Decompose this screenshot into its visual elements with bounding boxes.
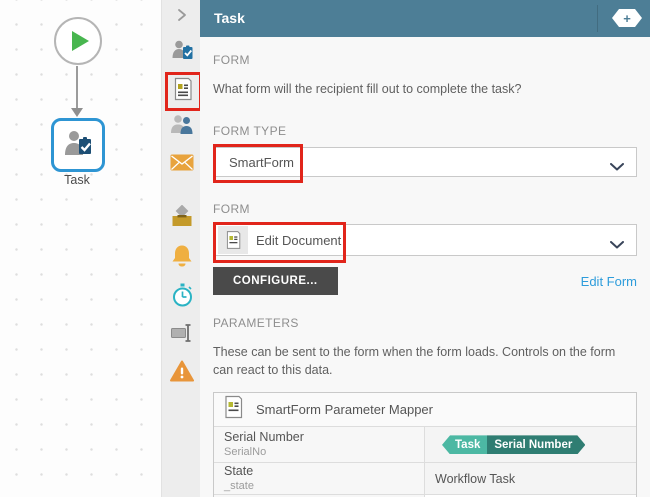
flow-connector-line xyxy=(76,66,78,109)
notification-icon[interactable] xyxy=(170,244,194,268)
panel-title: Task xyxy=(214,10,245,26)
parameter-row: Serial Number SerialNo Task Serial Numbe… xyxy=(214,427,636,464)
task-user-icon[interactable] xyxy=(170,38,194,62)
play-icon xyxy=(72,31,89,51)
tag-context: Task xyxy=(442,435,487,454)
timer-icon[interactable] xyxy=(170,283,194,307)
parameter-mapper-title: SmartForm Parameter Mapper xyxy=(256,402,433,418)
smartform-doc-icon xyxy=(218,226,248,255)
workflow-designer: Task Task + FORM What form will the reci… xyxy=(0,0,650,497)
form-label: FORM xyxy=(213,202,250,217)
form-icon[interactable] xyxy=(170,77,194,101)
parameter-value: Workflow Task xyxy=(435,471,516,486)
parameter-name: Serial Number xyxy=(224,430,304,445)
parameter-name-cell: State _state xyxy=(214,463,425,495)
parameter-sub-label: SerialNo xyxy=(224,446,267,459)
parameter-mapper-header: SmartForm Parameter Mapper xyxy=(214,393,636,428)
field-tag[interactable]: Task Serial Number xyxy=(442,435,585,454)
recipients-icon[interactable] xyxy=(170,112,194,136)
configure-button[interactable]: CONFIGURE... xyxy=(213,267,338,296)
parameter-name-cell: Serial Number SerialNo xyxy=(214,427,425,463)
form-type-value: SmartForm xyxy=(229,154,294,170)
parameters-description: These can be sent to the form when the f… xyxy=(213,345,616,378)
smartform-doc-icon xyxy=(223,395,243,424)
chevron-down-icon xyxy=(610,236,624,254)
panel-header: Task + xyxy=(200,0,650,37)
email-icon[interactable] xyxy=(170,150,194,174)
add-button[interactable]: + xyxy=(612,9,642,27)
step-config-toolbar xyxy=(161,0,202,497)
form-type-dropdown[interactable]: SmartForm xyxy=(213,144,637,184)
start-node[interactable] xyxy=(54,17,102,65)
form-section-description: What form will the recipient fill out to… xyxy=(213,82,522,96)
parameter-value-cell[interactable]: Workflow Task xyxy=(425,463,636,495)
parameter-value-cell[interactable]: Task Serial Number xyxy=(425,427,636,463)
header-divider xyxy=(597,5,598,32)
task-node-label: Task xyxy=(64,173,90,187)
parameter-row: State _state Workflow Task xyxy=(214,463,636,496)
form-type-label: FORM TYPE xyxy=(213,124,287,139)
form-section-heading: FORM xyxy=(213,53,250,67)
panel-body: FORM What form will the recipient fill o… xyxy=(200,37,650,497)
chevron-down-icon xyxy=(610,158,624,176)
rename-icon[interactable] xyxy=(170,321,194,345)
voting-icon[interactable] xyxy=(170,204,194,228)
parameter-sub-label: _state xyxy=(224,480,254,493)
workflow-canvas[interactable]: Task xyxy=(0,0,161,497)
task-user-clipboard-icon xyxy=(62,128,94,163)
edit-form-link[interactable]: Edit Form xyxy=(581,274,637,289)
task-node[interactable] xyxy=(51,118,105,172)
form-value: Edit Document xyxy=(256,232,342,248)
error-icon[interactable] xyxy=(170,359,194,383)
parameter-name: State xyxy=(224,464,254,479)
parameter-mapper: SmartForm Parameter Mapper Serial Number… xyxy=(213,392,637,497)
flow-connector-arrowhead xyxy=(71,108,83,117)
tag-field: Serial Number xyxy=(487,435,585,454)
form-dropdown[interactable]: Edit Document xyxy=(213,222,637,264)
parameters-section-heading: PARAMETERS xyxy=(213,316,299,331)
expand-panel-chevron-icon[interactable] xyxy=(173,6,191,24)
